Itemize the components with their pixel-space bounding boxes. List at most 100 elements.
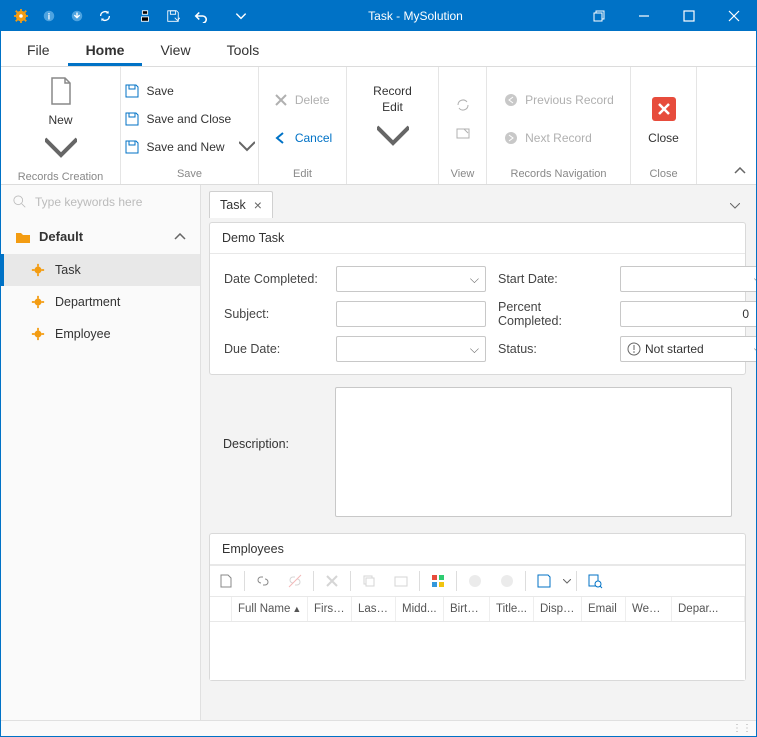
- emp-save-layout-button[interactable]: [528, 565, 560, 597]
- input-status[interactable]: Not started⌵: [620, 336, 756, 362]
- save-button[interactable]: Save: [122, 79, 256, 103]
- col-dept[interactable]: Depar...: [672, 597, 745, 621]
- link-icon: [255, 573, 271, 589]
- close-button[interactable]: Close: [638, 89, 690, 149]
- input-start-date[interactable]: ⌵: [620, 266, 756, 292]
- tab-file[interactable]: File: [9, 34, 68, 66]
- nav-group-default[interactable]: Default: [1, 219, 200, 254]
- new-button[interactable]: New: [35, 71, 87, 169]
- ribbon-collapse-button[interactable]: [734, 163, 746, 178]
- open-button[interactable]: [453, 121, 473, 145]
- document-tab-label: Task: [220, 198, 246, 212]
- qat-info-icon[interactable]: i: [35, 2, 63, 30]
- group-close: Close: [631, 166, 696, 184]
- prev-record-button[interactable]: Previous Record: [501, 88, 616, 112]
- tab-tools[interactable]: Tools: [209, 34, 278, 66]
- refresh-button[interactable]: [453, 93, 473, 117]
- employees-header: Employees: [210, 534, 745, 565]
- delete-button[interactable]: Delete: [271, 88, 332, 112]
- label-description: Description:: [223, 387, 323, 451]
- save-close-button[interactable]: Save and Close: [122, 107, 256, 131]
- emp-windows-button[interactable]: [422, 565, 454, 597]
- group-save: Save: [121, 166, 258, 184]
- close-window-button[interactable]: [711, 1, 756, 31]
- group-edit: Edit: [259, 166, 346, 184]
- qat-undo-icon[interactable]: [187, 2, 215, 30]
- emp-unlink-button[interactable]: [279, 565, 311, 597]
- mdi-restore-icon[interactable]: [576, 1, 621, 31]
- col-title[interactable]: Title...: [490, 597, 534, 621]
- window-controls: [576, 1, 756, 31]
- employees-toolbar: [210, 565, 745, 597]
- tab-view[interactable]: View: [142, 34, 208, 66]
- open-icon: [455, 125, 471, 141]
- emp-preview-button[interactable]: [579, 565, 611, 597]
- input-subject[interactable]: [336, 301, 486, 327]
- nav-item-department[interactable]: Department: [1, 286, 200, 318]
- emp-link-button[interactable]: [247, 565, 279, 597]
- emp-new-button[interactable]: [210, 565, 242, 597]
- emp-save-layout-dd[interactable]: [560, 565, 574, 597]
- label-due-date: Due Date:: [224, 342, 324, 356]
- document-tab-options[interactable]: [730, 197, 746, 212]
- status-icon: [627, 342, 641, 356]
- chevron-down-icon: [45, 133, 77, 165]
- emp-copy-button[interactable]: [353, 565, 385, 597]
- input-percent-completed[interactable]: 0▲▼: [620, 301, 756, 327]
- form-panel: Demo Task Date Completed: ⌵ Start Date: …: [209, 222, 746, 375]
- nav-item-label: Department: [55, 295, 120, 309]
- qat-download-icon[interactable]: [63, 2, 91, 30]
- document-tab-task[interactable]: Task ×: [209, 191, 273, 218]
- app-icon[interactable]: [7, 2, 35, 30]
- label-date-completed: Date Completed:: [224, 272, 324, 286]
- col-display[interactable]: Displ...: [534, 597, 582, 621]
- next-icon: [500, 574, 514, 588]
- form-header: Demo Task: [210, 223, 745, 254]
- col-last[interactable]: Last...: [352, 597, 396, 621]
- next-record-button[interactable]: Next Record: [501, 126, 616, 150]
- qat-refresh-icon[interactable]: [91, 2, 119, 30]
- minimize-button[interactable]: [621, 1, 666, 31]
- col-birth[interactable]: Birth...: [444, 597, 490, 621]
- input-date-completed[interactable]: ⌵: [336, 266, 486, 292]
- col-fullname[interactable]: Full Name▲: [232, 597, 308, 621]
- emp-next-button[interactable]: [491, 565, 523, 597]
- save-new-button[interactable]: Save and New: [122, 135, 256, 159]
- nav-item-employee[interactable]: Employee: [1, 318, 200, 350]
- col-first[interactable]: First...: [308, 597, 352, 621]
- resize-grip-icon[interactable]: ⋮⋮: [732, 723, 752, 734]
- save-icon: [536, 573, 552, 589]
- col-selector[interactable]: [210, 597, 232, 621]
- nav-item-task[interactable]: Task: [1, 254, 200, 286]
- prev-icon: [468, 574, 482, 588]
- col-middle[interactable]: Midd...: [396, 597, 444, 621]
- maximize-button[interactable]: [666, 1, 711, 31]
- sidebar: Type keywords here Default Task Departme…: [1, 185, 201, 720]
- svg-text:i: i: [48, 12, 50, 22]
- qat-customize-icon[interactable]: [227, 2, 255, 30]
- gear-icon: [31, 263, 45, 277]
- close-label: Close: [648, 131, 679, 145]
- group-view: View: [439, 166, 486, 184]
- emp-open-button[interactable]: [385, 565, 417, 597]
- document-tab-close-icon[interactable]: ×: [254, 198, 262, 212]
- input-due-date[interactable]: ⌵: [336, 336, 486, 362]
- employees-grid-body[interactable]: [210, 622, 745, 680]
- emp-prev-button[interactable]: [459, 565, 491, 597]
- col-email[interactable]: Email: [582, 597, 626, 621]
- chevron-down-icon: ⌵: [754, 272, 756, 287]
- col-web[interactable]: Web...: [626, 597, 672, 621]
- back-arrow-icon: [273, 130, 289, 146]
- emp-delete-button[interactable]: [316, 565, 348, 597]
- chevron-down-icon: [563, 579, 571, 584]
- chevron-down-icon: ⌵: [754, 342, 756, 357]
- record-edit-button[interactable]: Record Edit: [363, 80, 422, 157]
- qat-save-close-icon[interactable]: [159, 2, 187, 30]
- tab-home[interactable]: Home: [68, 34, 143, 66]
- search-box[interactable]: Type keywords here: [1, 185, 200, 219]
- delete-icon: [325, 574, 339, 588]
- qat-save-icon[interactable]: [131, 2, 159, 30]
- cancel-button[interactable]: Cancel: [271, 126, 334, 150]
- title-bar: i Task - MySolution: [1, 1, 756, 31]
- input-description[interactable]: [335, 387, 732, 517]
